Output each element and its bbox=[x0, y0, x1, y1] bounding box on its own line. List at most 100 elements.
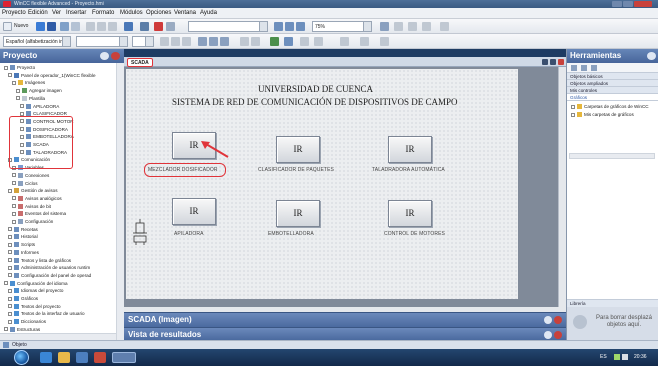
font-size-combo[interactable] bbox=[132, 36, 154, 47]
menu-proyecto[interactable]: Proyecto bbox=[2, 10, 26, 16]
expand-icon[interactable] bbox=[20, 104, 24, 108]
taskbar-explorer-icon[interactable] bbox=[58, 352, 70, 363]
italic-icon[interactable] bbox=[171, 37, 180, 46]
properties-pin-icon[interactable] bbox=[544, 316, 552, 324]
menu-insertar[interactable]: Insertar bbox=[66, 10, 86, 16]
graphics-folder-mine[interactable]: Mis carpetas de gráficos bbox=[571, 111, 634, 118]
zoom-out-icon[interactable] bbox=[285, 22, 294, 31]
expand-icon[interactable] bbox=[8, 242, 12, 247]
expand-icon[interactable] bbox=[8, 311, 12, 316]
editor-vscrollbar[interactable] bbox=[558, 67, 566, 307]
volume-icon[interactable] bbox=[622, 354, 628, 360]
cut-icon[interactable] bbox=[86, 22, 95, 31]
tree-item[interactable]: Gráficos bbox=[8, 295, 38, 302]
expand-icon[interactable] bbox=[12, 196, 16, 201]
section-my-controls[interactable]: Mis controles bbox=[567, 87, 658, 94]
expand-icon[interactable] bbox=[8, 188, 12, 193]
expand-icon[interactable] bbox=[12, 219, 16, 224]
ir-button-embotelladora[interactable]: IR bbox=[276, 200, 320, 227]
paste-icon[interactable] bbox=[108, 22, 117, 31]
menu-opciones[interactable]: Opciones bbox=[146, 10, 171, 16]
distribute-icon[interactable] bbox=[360, 37, 369, 46]
align-icon[interactable] bbox=[440, 22, 449, 31]
tree-item[interactable]: Avisos de bit bbox=[12, 203, 51, 210]
tree-item[interactable]: Eventos del sistema bbox=[12, 210, 66, 217]
mirror-icon[interactable] bbox=[314, 37, 323, 46]
tab-scada[interactable]: SCADA bbox=[127, 58, 153, 67]
zoom-area-icon[interactable] bbox=[296, 22, 305, 31]
tree-item[interactable]: Textos del proyecto bbox=[8, 303, 61, 310]
expand-icon[interactable] bbox=[16, 88, 20, 93]
expand-icon[interactable] bbox=[8, 234, 12, 239]
maximize-button[interactable] bbox=[623, 1, 633, 7]
minimize-button[interactable] bbox=[612, 1, 622, 7]
group-icon[interactable] bbox=[240, 37, 249, 46]
order-icon[interactable] bbox=[340, 37, 349, 46]
fill-color-icon[interactable] bbox=[394, 22, 403, 31]
simulate-icon[interactable] bbox=[166, 22, 175, 31]
tree-item[interactable]: Configuración bbox=[12, 218, 53, 225]
runtime-icon[interactable] bbox=[154, 22, 163, 31]
align-right-icon[interactable] bbox=[220, 37, 229, 46]
tools-pin-icon[interactable] bbox=[647, 52, 656, 60]
undo-icon[interactable] bbox=[60, 22, 69, 31]
tree-item[interactable]: Gestión de avisos bbox=[8, 187, 58, 194]
expand-icon[interactable] bbox=[8, 273, 12, 278]
expand-icon[interactable] bbox=[8, 288, 12, 293]
results-close-icon[interactable] bbox=[554, 331, 562, 339]
expand-icon[interactable] bbox=[8, 265, 12, 270]
open-icon[interactable] bbox=[36, 22, 45, 31]
project-tree-hscrollbar[interactable] bbox=[0, 333, 116, 340]
tree-item[interactable]: Proyecto bbox=[4, 64, 35, 71]
tree-item[interactable]: Diccionarios bbox=[8, 318, 46, 325]
tree-item[interactable]: Configuración del panel de operad bbox=[8, 272, 91, 279]
size-icon[interactable] bbox=[380, 37, 389, 46]
expand-icon[interactable] bbox=[8, 73, 12, 78]
menu-ver[interactable]: Ver bbox=[52, 10, 61, 16]
tree-item[interactable]: Configuración del idioma bbox=[4, 280, 68, 287]
tree-item[interactable]: Imágenes bbox=[12, 79, 45, 86]
expand-icon[interactable] bbox=[8, 304, 12, 309]
tools-cursor-icon[interactable] bbox=[571, 65, 577, 71]
tree-item[interactable]: Historial bbox=[8, 233, 38, 240]
object-combo[interactable] bbox=[188, 21, 268, 32]
results-pin-icon[interactable] bbox=[544, 331, 552, 339]
menu-ventana[interactable]: Ventana bbox=[174, 10, 196, 16]
tab-prev-icon[interactable] bbox=[542, 59, 548, 65]
expand-icon[interactable] bbox=[8, 227, 12, 232]
underline-icon[interactable] bbox=[182, 37, 191, 46]
expand-icon[interactable] bbox=[16, 96, 20, 101]
tree-item[interactable]: Conexiones bbox=[12, 172, 49, 179]
font-color-icon[interactable] bbox=[422, 22, 431, 31]
bold-icon[interactable] bbox=[160, 37, 169, 46]
tools-line-icon[interactable] bbox=[581, 65, 587, 71]
tree-item[interactable]: Informes bbox=[8, 249, 39, 256]
expand-icon[interactable] bbox=[8, 296, 12, 301]
tree-item[interactable]: Agregar imagen bbox=[16, 87, 62, 94]
ir-button-control-motores[interactable]: IR bbox=[388, 200, 432, 227]
tools-shape-icon[interactable] bbox=[591, 65, 597, 71]
project-tree-scrollbar[interactable] bbox=[116, 63, 124, 340]
line-color-icon[interactable] bbox=[408, 22, 417, 31]
close-panel-icon[interactable] bbox=[111, 52, 120, 60]
properties-panel[interactable]: SCADA (Imagen) bbox=[124, 312, 566, 327]
section-graphics[interactable]: Gráficos bbox=[567, 94, 658, 101]
font-combo[interactable] bbox=[76, 36, 128, 47]
menu-modulos[interactable]: Módulos bbox=[120, 10, 143, 16]
expand-icon[interactable] bbox=[12, 204, 16, 209]
results-panel[interactable]: Vista de resultados bbox=[124, 327, 566, 340]
menu-formato[interactable]: Formato bbox=[92, 10, 114, 16]
tree-item[interactable]: Administración de usuarios runtim bbox=[8, 264, 90, 271]
expand-icon[interactable] bbox=[4, 281, 8, 286]
zoom-combo[interactable]: 75% bbox=[312, 21, 372, 32]
tray-language[interactable]: ES bbox=[600, 354, 607, 360]
tree-item[interactable]: Panel de operador_1(WinCC flexible bbox=[8, 72, 96, 79]
tools-hscrollbar[interactable] bbox=[569, 153, 655, 159]
expand-icon[interactable] bbox=[12, 173, 16, 178]
new-icon[interactable] bbox=[3, 22, 12, 31]
library-drop-area[interactable]: Para borrar desplazá objetos aquí. bbox=[567, 307, 658, 340]
rotate-icon[interactable] bbox=[300, 37, 309, 46]
tree-item[interactable]: Ciclos bbox=[12, 180, 38, 187]
taskbar-media-icon[interactable] bbox=[76, 352, 88, 363]
tree-item[interactable]: Textos y lista de gráficos bbox=[8, 257, 71, 264]
